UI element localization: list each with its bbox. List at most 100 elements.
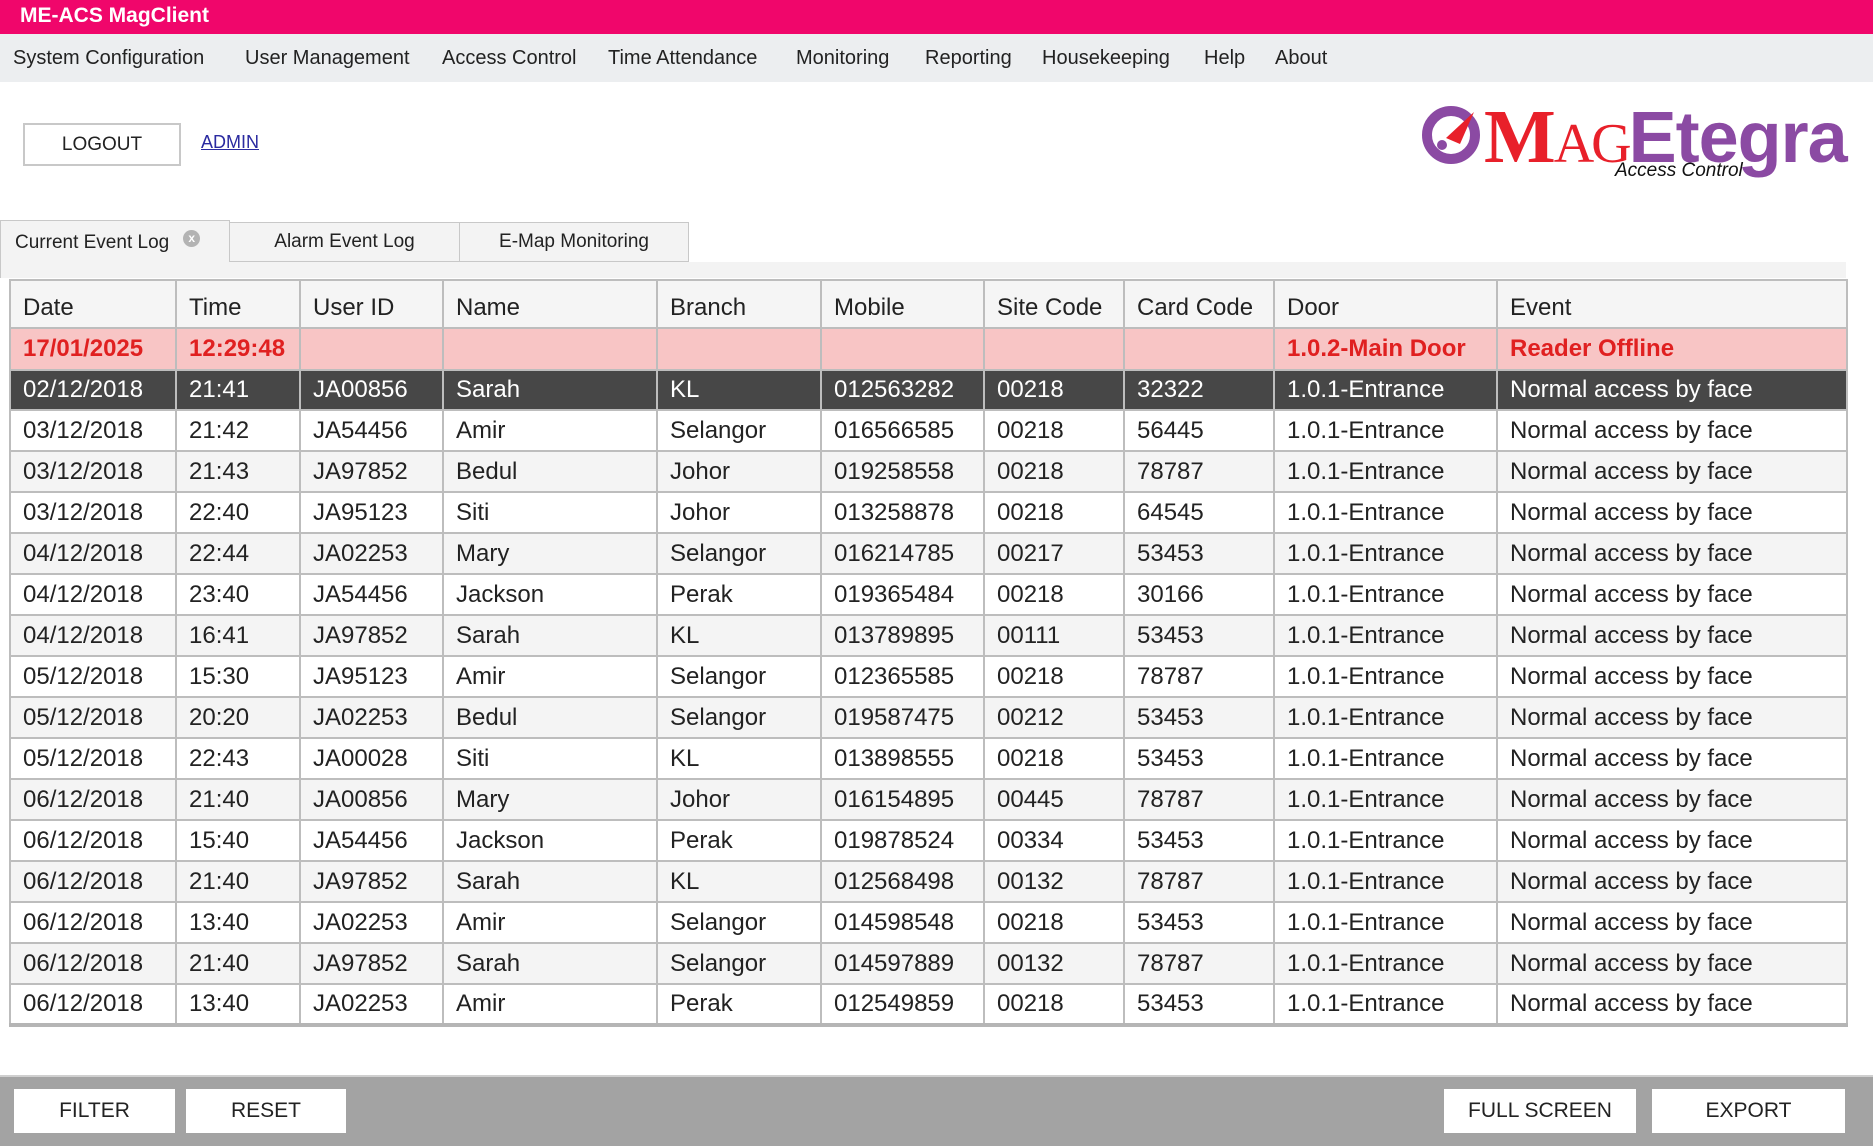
cell-user-id: JA00856	[299, 369, 444, 411]
menu-user-management[interactable]: User Management	[245, 47, 410, 70]
table-row[interactable]: 04/12/2018 16:41 JA97852 Sarah KL 013789895 00…	[9, 614, 1848, 657]
cell-branch: Johor	[656, 491, 822, 534]
cell-mobile: 014597889	[820, 942, 985, 985]
menu-time-attendance[interactable]: Time Attendance	[608, 47, 757, 70]
cell-event: Normal access by face	[1496, 491, 1848, 534]
cell-date: 06/12/2018	[9, 778, 177, 821]
table-row[interactable]: 06/12/2018 13:40 JA02253 Amir Perak 012549859…	[9, 983, 1848, 1027]
tab-bar: Current Event Log x Alarm Event Log E-Ma…	[0, 220, 1846, 264]
cell-time: 20:20	[175, 696, 301, 739]
column-header-mobile[interactable]: Mobile	[820, 279, 985, 329]
cell-name: Jackson	[442, 819, 658, 862]
table-row[interactable]: 04/12/2018 23:40 JA54456 Jackson Perak 019365…	[9, 573, 1848, 616]
menu-about[interactable]: About	[1275, 47, 1327, 70]
cell-card-code: 64545	[1123, 491, 1275, 534]
cell-user-id: JA00856	[299, 778, 444, 821]
table-row[interactable]: 06/12/2018 15:40 JA54456 Jackson Perak 019878…	[9, 819, 1848, 862]
column-header-time[interactable]: Time	[175, 279, 301, 329]
cell-time: 23:40	[175, 573, 301, 616]
table-row[interactable]: 04/12/2018 22:44 JA02253 Mary Selangor 016214…	[9, 532, 1848, 575]
table-row[interactable]: 05/12/2018 15:30 JA95123 Amir Selangor 012365…	[9, 655, 1848, 698]
cell-date: 04/12/2018	[9, 573, 177, 616]
filter-button[interactable]: FILTER	[14, 1089, 175, 1133]
table-row[interactable]: 05/12/2018 20:20 JA02253 Bedul Selangor 01958…	[9, 696, 1848, 739]
table-row[interactable]: 06/12/2018 21:40 JA00856 Mary Johor 016154895…	[9, 778, 1848, 821]
menu-access-control[interactable]: Access Control	[442, 47, 577, 70]
cell-name: Jackson	[442, 573, 658, 616]
menu-system-configuration[interactable]: System Configuration	[13, 47, 204, 70]
cell-card-code: 30166	[1123, 573, 1275, 616]
magetegra-logo: MAGEtegra Access Control	[1420, 95, 1860, 188]
column-header-user-id[interactable]: User ID	[299, 279, 444, 329]
table-row[interactable]: 03/12/2018 22:40 JA95123 Siti Johor 013258878…	[9, 491, 1848, 534]
cell-date: 05/12/2018	[9, 737, 177, 780]
cell-time: 15:40	[175, 819, 301, 862]
title-bar: ME-ACS MagClient	[0, 0, 1873, 34]
cell-name: Sarah	[442, 614, 658, 657]
column-header-door[interactable]: Door	[1273, 279, 1498, 329]
cell-card-code: 53453	[1123, 614, 1275, 657]
tab-current-event-log[interactable]: Current Event Log x	[0, 220, 230, 264]
cell-branch: Selangor	[656, 655, 822, 698]
table-row[interactable]: 06/12/2018 21:40 JA97852 Sarah KL 012568498 00…	[9, 860, 1848, 903]
column-header-name[interactable]: Name	[442, 279, 658, 329]
cell-date: 06/12/2018	[9, 819, 177, 862]
cell-card-code: 78787	[1123, 655, 1275, 698]
full-screen-button[interactable]: FULL SCREEN	[1444, 1089, 1636, 1133]
column-header-card-code[interactable]: Card Code	[1123, 279, 1275, 329]
cell-date: 17/01/2025	[9, 327, 177, 371]
cell-branch: Johor	[656, 450, 822, 493]
cell-branch	[656, 327, 822, 371]
cell-door: 1.0.1-Entrance	[1273, 614, 1498, 657]
column-header-event[interactable]: Event	[1496, 279, 1848, 329]
cell-event: Normal access by face	[1496, 614, 1848, 657]
cell-card-code: 53453	[1123, 737, 1275, 780]
cell-user-id: JA54456	[299, 819, 444, 862]
admin-user-link[interactable]: ADMIN	[201, 132, 259, 153]
reset-button[interactable]: RESET	[186, 1089, 346, 1133]
column-header-date[interactable]: Date	[9, 279, 177, 329]
cell-time: 21:43	[175, 450, 301, 493]
cell-date: 02/12/2018	[9, 369, 177, 411]
table-row-selected[interactable]: 02/12/2018 21:41 JA00856 Sarah KL 012563282 00…	[9, 369, 1848, 411]
cell-site-code: 00445	[983, 778, 1125, 821]
cell-event: Normal access by face	[1496, 901, 1848, 944]
table-row[interactable]: 06/12/2018 13:40 JA02253 Amir Selangor 014598…	[9, 901, 1848, 944]
cell-card-code: 53453	[1123, 819, 1275, 862]
column-header-site-code[interactable]: Site Code	[983, 279, 1125, 329]
logout-button[interactable]: LOGOUT	[23, 123, 181, 166]
menu-help[interactable]: Help	[1204, 47, 1245, 70]
logo-gauge-icon	[1422, 106, 1480, 164]
column-header-branch[interactable]: Branch	[656, 279, 822, 329]
cell-event: Reader Offline	[1496, 327, 1848, 371]
cell-mobile: 013898555	[820, 737, 985, 780]
cell-name: Sarah	[442, 369, 658, 411]
cell-site-code: 00218	[983, 409, 1125, 452]
menu-housekeeping[interactable]: Housekeeping	[1042, 47, 1170, 70]
tab-e-map-monitoring[interactable]: E-Map Monitoring	[459, 222, 689, 262]
cell-site-code	[983, 327, 1125, 371]
menu-reporting[interactable]: Reporting	[925, 47, 1012, 70]
table-row[interactable]: 03/12/2018 21:43 JA97852 Bedul Johor 01925855…	[9, 450, 1848, 493]
close-tab-icon[interactable]: x	[183, 230, 201, 247]
cell-time: 22:44	[175, 532, 301, 575]
export-button[interactable]: EXPORT	[1652, 1089, 1845, 1133]
cell-site-code: 00217	[983, 532, 1125, 575]
cell-site-code: 00132	[983, 860, 1125, 903]
cell-door: 1.0.1-Entrance	[1273, 737, 1498, 780]
cell-mobile: 012549859	[820, 983, 985, 1027]
table-row[interactable]: 03/12/2018 21:42 JA54456 Amir Selangor 016566…	[9, 409, 1848, 452]
cell-mobile: 016566585	[820, 409, 985, 452]
table-row[interactable]: 06/12/2018 21:40 JA97852 Sarah Selangor 01459…	[9, 942, 1848, 985]
cell-door: 1.0.1-Entrance	[1273, 778, 1498, 821]
cell-card-code: 53453	[1123, 696, 1275, 739]
cell-user-id: JA97852	[299, 860, 444, 903]
menu-monitoring[interactable]: Monitoring	[796, 47, 889, 70]
tab-alarm-event-log[interactable]: Alarm Event Log	[229, 222, 460, 262]
table-row[interactable]: 05/12/2018 22:43 JA00028 Siti KL 013898555 002…	[9, 737, 1848, 780]
alarm-row[interactable]: 17/01/2025 12:29:48 1.0.2-Main Door Read…	[9, 327, 1848, 371]
cell-door: 1.0.1-Entrance	[1273, 655, 1498, 698]
cell-card-code	[1123, 327, 1275, 371]
cell-date: 03/12/2018	[9, 450, 177, 493]
cell-door: 1.0.1-Entrance	[1273, 860, 1498, 903]
